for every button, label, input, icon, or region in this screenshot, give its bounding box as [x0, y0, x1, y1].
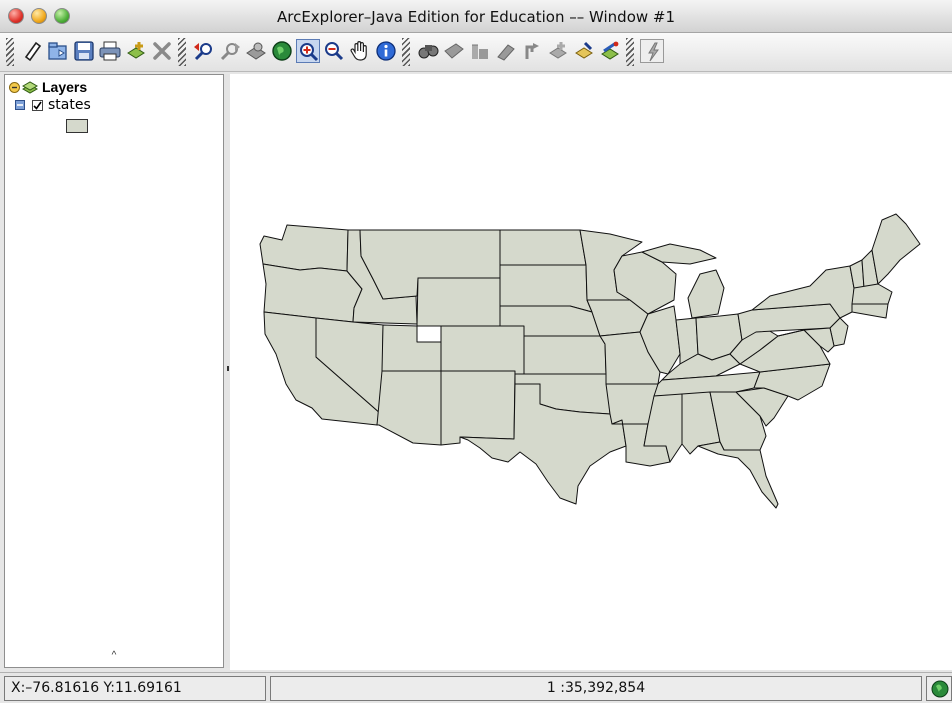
new-button[interactable]	[20, 39, 44, 63]
state-south-dakota[interactable]	[499, 264, 593, 313]
layers-title: Layers	[42, 79, 88, 95]
print-icon	[99, 41, 121, 61]
state-north-dakota[interactable]	[499, 229, 587, 266]
toolbar-grip[interactable]	[178, 38, 186, 66]
full-extent-button[interactable]	[270, 39, 294, 63]
state-arizona[interactable]	[376, 370, 442, 446]
select-button[interactable]	[468, 39, 492, 63]
state-massachusetts[interactable]	[851, 283, 893, 305]
state-washington[interactable]	[259, 224, 349, 272]
zoom-out-button[interactable]	[322, 39, 346, 63]
state-florida[interactable]	[697, 441, 779, 509]
zoom-active-layer-button[interactable]	[244, 39, 268, 63]
zoom-previous-icon	[194, 43, 212, 61]
zoom-next-button[interactable]	[218, 39, 242, 63]
find-icon	[418, 45, 439, 59]
layers-icon	[22, 81, 38, 94]
layer-visibility-checkbox[interactable]	[32, 99, 43, 111]
zoom-next-icon	[220, 43, 240, 61]
layer-row-states[interactable]: states	[15, 97, 91, 113]
add-layer-button[interactable]	[124, 39, 148, 63]
identify-button[interactable]	[374, 39, 398, 63]
state-new-mexico[interactable]	[440, 370, 516, 446]
clear-selection-button[interactable]	[494, 39, 518, 63]
hotlink-button[interactable]	[640, 39, 664, 63]
zoom-in-button[interactable]	[296, 39, 320, 63]
open-button[interactable]	[46, 39, 70, 63]
collapse-legend-icon[interactable]	[15, 100, 25, 110]
state-kansas[interactable]	[523, 335, 607, 375]
delete-layer-icon	[153, 42, 171, 60]
zoom-active-layer-icon	[246, 42, 266, 60]
print-button[interactable]	[98, 39, 122, 63]
toolbar-grip[interactable]	[626, 38, 634, 66]
delete-layer-button[interactable]	[150, 39, 174, 63]
state-maine[interactable]	[871, 213, 921, 285]
pan-button[interactable]	[348, 39, 372, 63]
pan-icon	[350, 41, 367, 61]
toolbar-grip[interactable]	[402, 38, 410, 66]
window-title: ArcExplorer–Java Edition for Education –…	[276, 8, 676, 26]
open-icon	[48, 42, 67, 60]
label-icon	[575, 41, 593, 59]
map-view[interactable]	[230, 74, 952, 670]
map-canvas[interactable]	[230, 74, 952, 670]
select-icon	[472, 44, 488, 59]
globe-status	[926, 676, 952, 701]
buffer-icon	[549, 42, 567, 59]
new-icon	[24, 41, 42, 62]
globe-icon	[931, 680, 949, 698]
find-button[interactable]	[416, 39, 440, 63]
clear-selection-icon	[497, 44, 515, 61]
save-button[interactable]	[72, 39, 96, 63]
measure-button[interactable]	[520, 39, 544, 63]
panel-scroll-caret-icon[interactable]: ^	[5, 650, 223, 661]
states-layer	[259, 213, 921, 509]
toolbar	[0, 33, 952, 72]
identify-icon	[376, 41, 396, 61]
splitter-handle[interactable]	[227, 366, 229, 371]
status-bar: X:–76.81616 Y:11.69161 1 :35,392,854	[0, 672, 952, 703]
add-layer-icon	[127, 42, 145, 59]
zoom-out-icon	[325, 42, 344, 61]
state-wyoming[interactable]	[416, 277, 501, 327]
query-button[interactable]	[442, 39, 466, 63]
state-michigan[interactable]	[687, 269, 725, 319]
measure-icon	[525, 43, 539, 59]
collapse-toggle-icon[interactable]	[9, 81, 20, 93]
title-bar: ArcExplorer–Java Edition for Education –…	[0, 0, 952, 33]
layers-panel: Layers states ^	[4, 74, 224, 668]
hotlink-icon	[648, 42, 659, 62]
state-connecticut-rhode-island[interactable]	[851, 303, 889, 319]
full-extent-icon	[272, 41, 292, 61]
thematic-button[interactable]	[598, 39, 622, 63]
toolbar-grip[interactable]	[6, 38, 14, 66]
buffer-button[interactable]	[546, 39, 570, 63]
coordinate-readout: X:–76.81616 Y:11.69161	[4, 676, 266, 701]
state-utah[interactable]	[381, 324, 442, 372]
zoom-previous-button[interactable]	[192, 39, 216, 63]
scale-readout: 1 :35,392,854	[270, 676, 922, 701]
save-icon	[74, 41, 94, 61]
thematic-icon	[601, 41, 619, 60]
query-icon	[444, 43, 464, 59]
zoom-in-icon	[300, 43, 319, 62]
layers-header: Layers	[9, 79, 87, 95]
legend-swatch	[66, 119, 88, 133]
label-button[interactable]	[572, 39, 596, 63]
layer-name: states	[48, 97, 91, 113]
